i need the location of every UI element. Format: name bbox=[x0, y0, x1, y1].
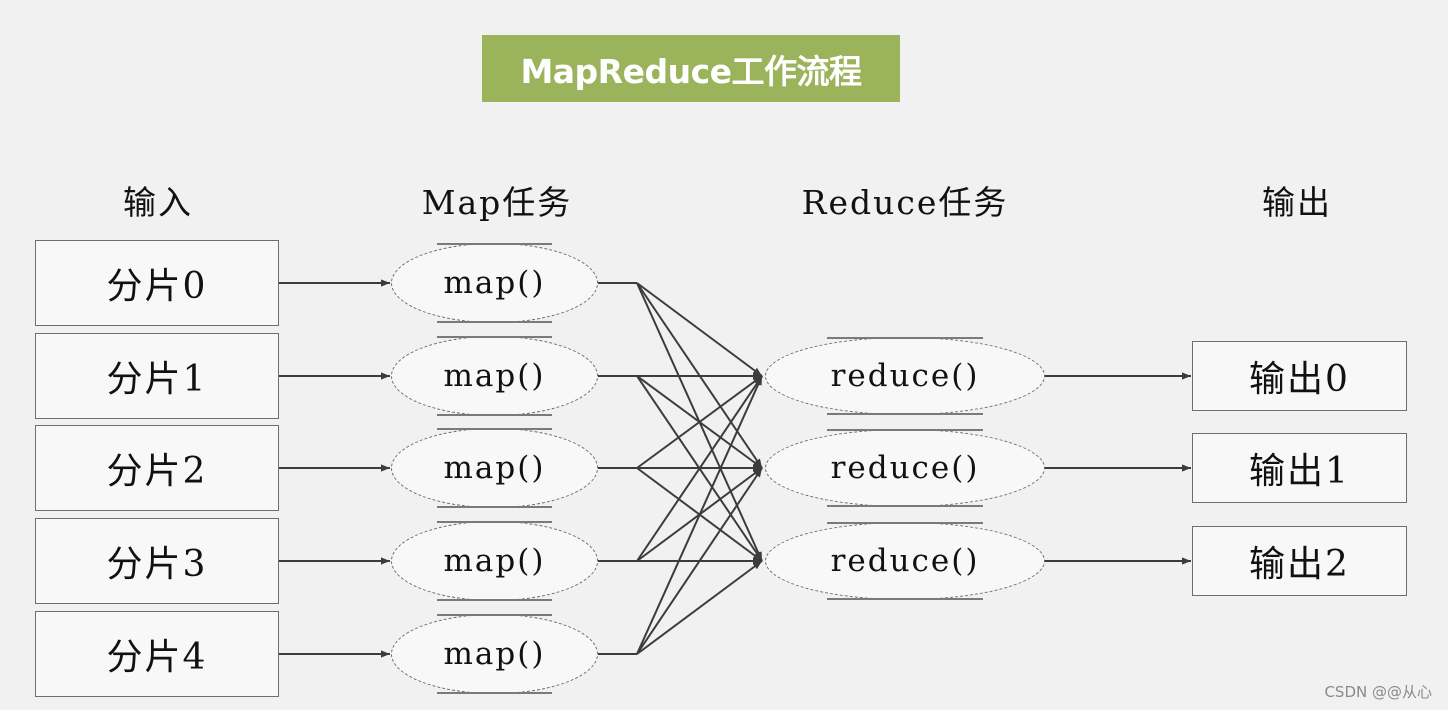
shuffle-arrow bbox=[636, 282, 763, 377]
map-task-node: map() bbox=[391, 243, 598, 323]
reduce-task-node: reduce() bbox=[765, 337, 1045, 415]
map-task-node: map() bbox=[391, 336, 598, 416]
map-task-node: map() bbox=[391, 614, 598, 694]
output-box: 输出0 bbox=[1192, 341, 1407, 411]
map-task-node: map() bbox=[391, 428, 598, 508]
input-split-box: 分片1 bbox=[35, 333, 279, 419]
output-box: 输出1 bbox=[1192, 433, 1407, 503]
reduce-task-node: reduce() bbox=[765, 522, 1045, 600]
shuffle-arrow bbox=[636, 560, 763, 655]
shuffle-arrow bbox=[636, 375, 763, 655]
map-task-node: map() bbox=[391, 521, 598, 601]
input-split-box: 分片3 bbox=[35, 518, 279, 604]
reduce-task-node: reduce() bbox=[765, 429, 1045, 507]
watermark: CSDN @@从心 bbox=[1324, 683, 1432, 701]
input-split-box: 分片0 bbox=[35, 240, 279, 326]
input-split-box: 分片2 bbox=[35, 425, 279, 511]
input-split-box: 分片4 bbox=[35, 611, 279, 697]
output-box: 输出2 bbox=[1192, 526, 1407, 596]
